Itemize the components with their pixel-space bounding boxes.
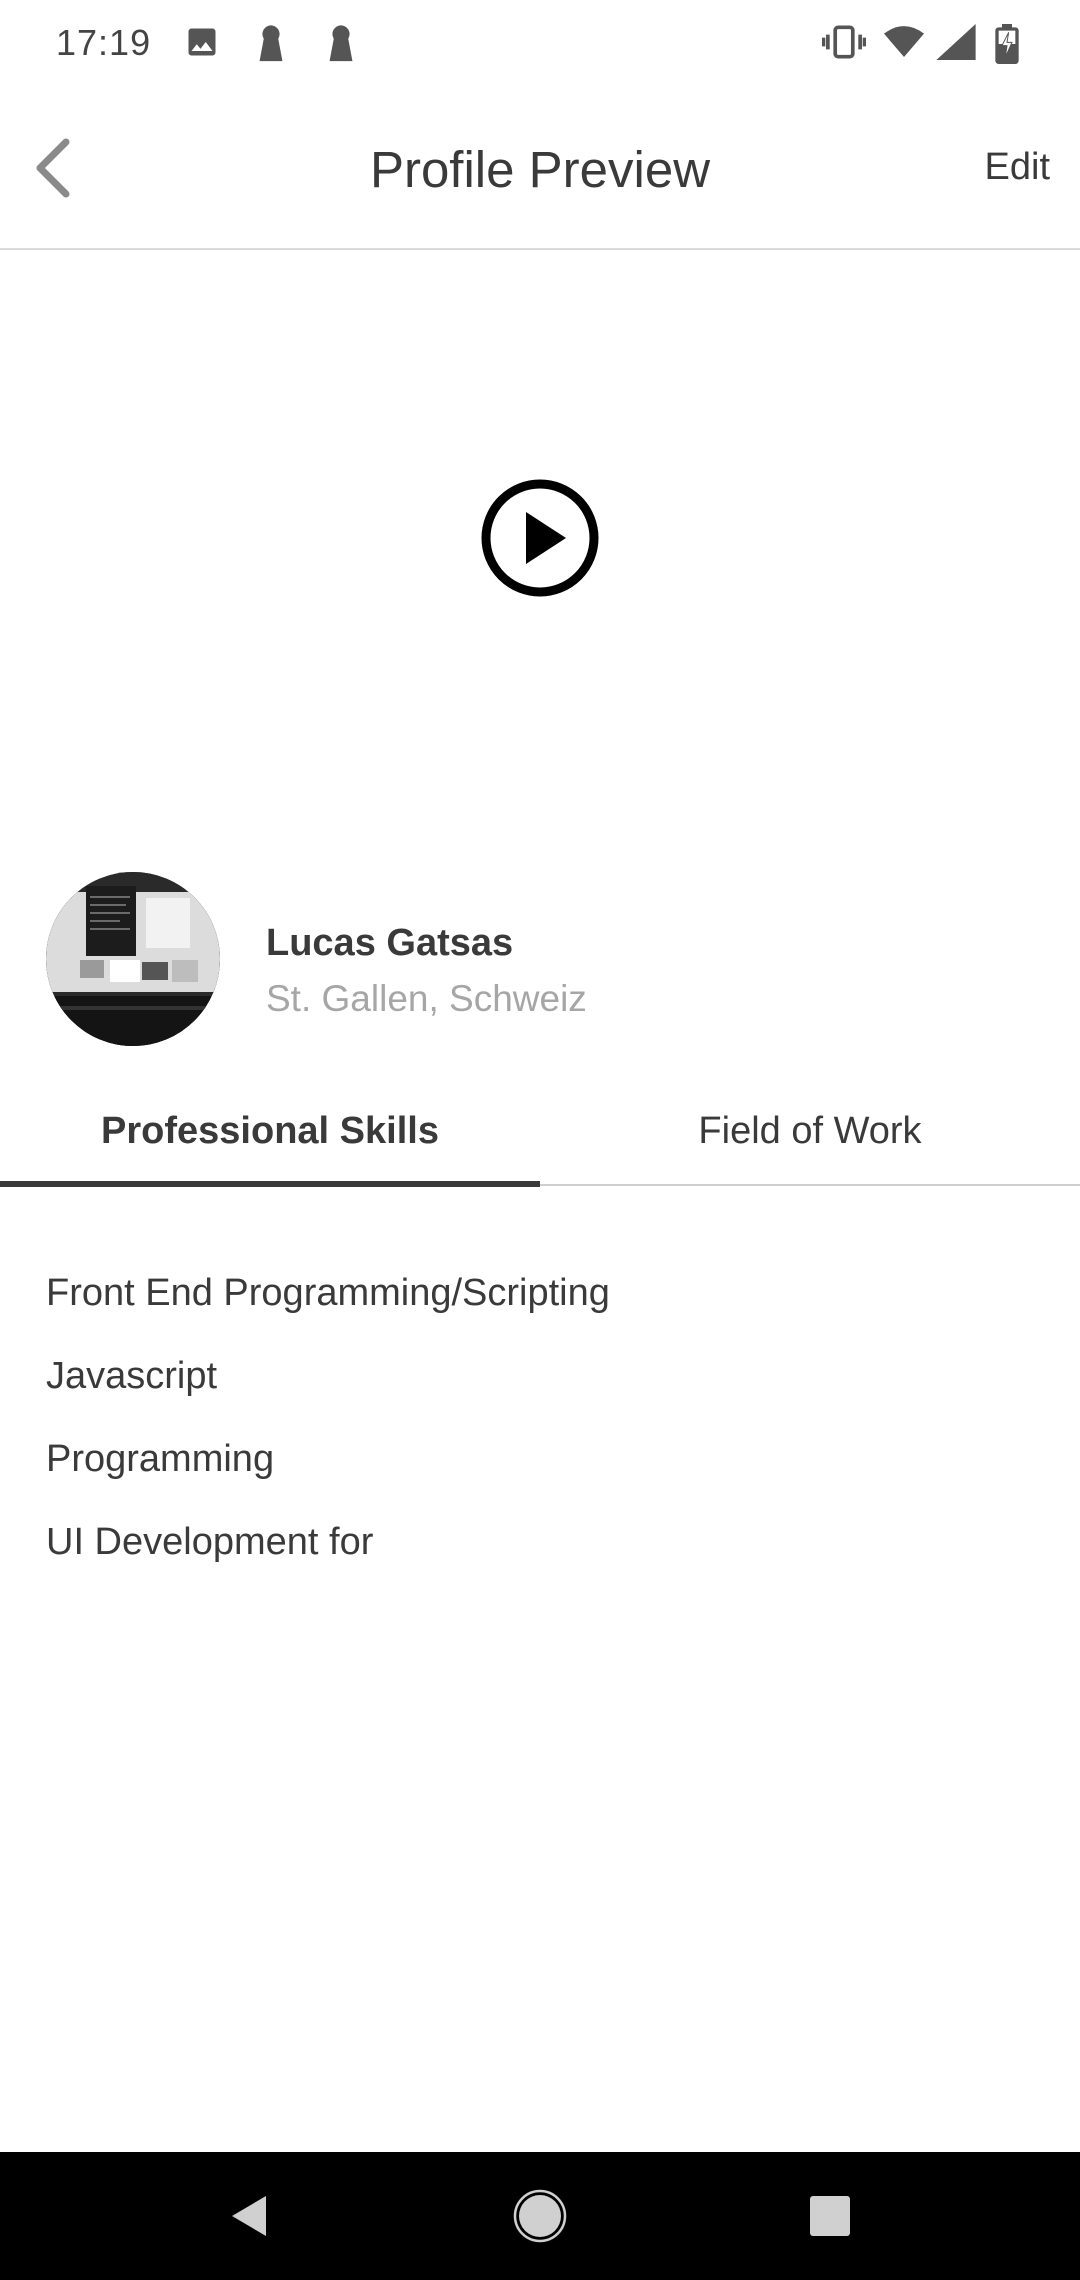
- list-item: Front End Programming/Scripting: [46, 1272, 610, 1314]
- tab-bar: Professional Skills Field of Work: [0, 1070, 1080, 1187]
- avatar: [46, 872, 220, 1046]
- keyhole-icon: [256, 24, 286, 64]
- battery-charging-icon: [994, 24, 1020, 64]
- active-tab-indicator: [0, 1181, 540, 1187]
- navigation-bar: [0, 2152, 1080, 2280]
- app-header: Profile Preview Edit: [0, 92, 1080, 250]
- nav-back-button[interactable]: [218, 2184, 282, 2248]
- play-circle-icon: [480, 479, 600, 602]
- vibrate-icon: [822, 24, 866, 60]
- list-item: Programming: [46, 1438, 275, 1480]
- edit-button[interactable]: Edit: [985, 146, 1050, 189]
- signal-icon: [936, 24, 976, 60]
- status-bar: 17:19: [0, 0, 1080, 92]
- video-player[interactable]: [0, 252, 1080, 824]
- keyhole-icon: [326, 24, 356, 64]
- image-icon: [184, 24, 220, 60]
- status-time: 17:19: [56, 22, 152, 63]
- back-triangle-icon: [218, 2184, 282, 2248]
- page-title: Profile Preview: [369, 141, 711, 198]
- recents-square-icon: [798, 2184, 862, 2248]
- list-item: Javascript: [46, 1355, 218, 1397]
- profile-name: Lucas Gatsas: [266, 922, 514, 964]
- profile-location: St. Gallen, Schweiz: [266, 978, 587, 1019]
- tab-professional-skills[interactable]: Professional Skills: [0, 1070, 540, 1186]
- nav-recents-button[interactable]: [798, 2184, 862, 2248]
- nav-home-button[interactable]: [508, 2184, 572, 2248]
- play-button[interactable]: [480, 478, 600, 598]
- tab-field-of-work[interactable]: Field of Work: [540, 1070, 1080, 1186]
- home-circle-icon: [508, 2184, 572, 2248]
- skills-list: Front End Programming/Scripting Javascri…: [46, 1262, 1046, 1594]
- list-item: UI Development for: [46, 1521, 374, 1563]
- wifi-icon: [884, 24, 924, 60]
